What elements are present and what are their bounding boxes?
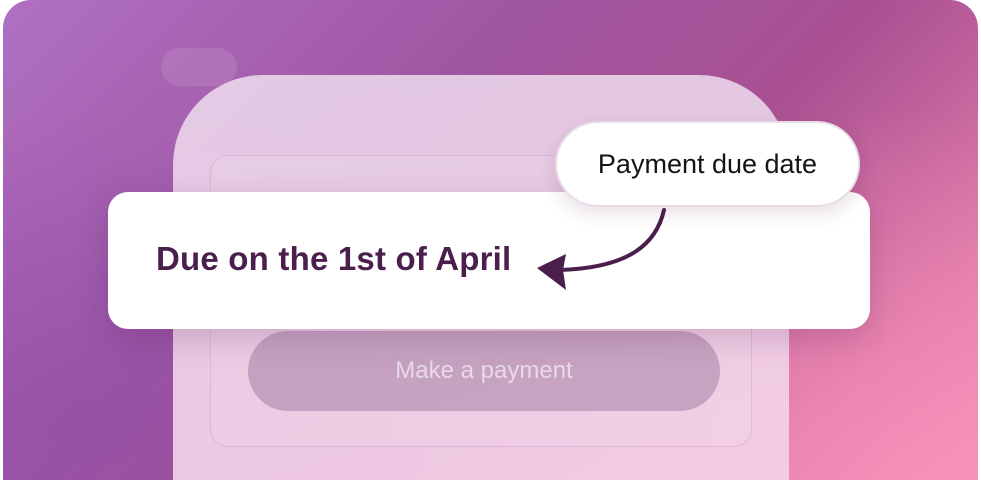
due-date-card: Due on the 1st of April <box>108 192 870 329</box>
ghost-pill <box>161 48 237 86</box>
make-payment-button[interactable]: Make a payment <box>248 331 720 411</box>
faint-caption <box>448 401 518 419</box>
tooltip-label: Payment due date <box>597 148 818 179</box>
payment-due-date-tooltip: Payment due date <box>555 121 860 207</box>
due-date-text: Due on the 1st of April <box>156 240 512 277</box>
